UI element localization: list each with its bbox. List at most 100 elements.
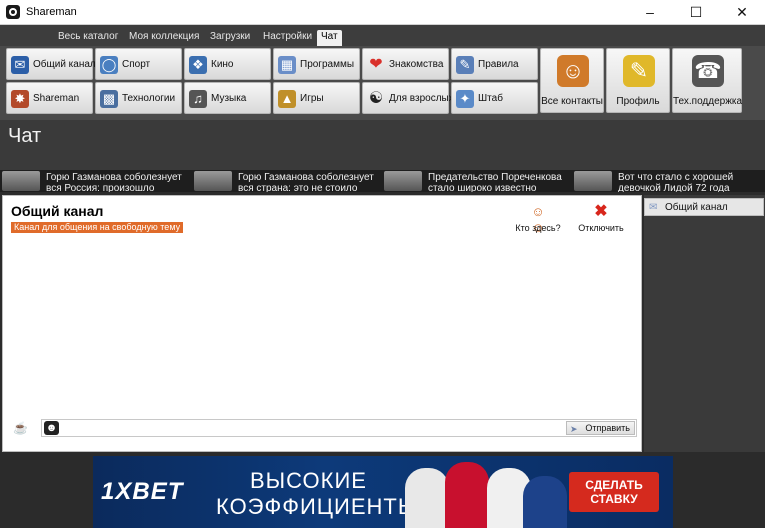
news-text: Горю Газманова соболезнует вся Россия: п… — [46, 172, 182, 192]
news-text: Горю Газманова соболезнует вся страна: э… — [238, 172, 374, 192]
cup-icon[interactable]: ☕ — [13, 422, 29, 434]
news-thumbnail — [2, 171, 40, 191]
news-item[interactable]: Горю Газманова соболезнует вся Россия: п… — [0, 170, 190, 192]
app-icon — [6, 5, 20, 19]
title-bar: Shareman – ☐ ✕ — [0, 0, 765, 25]
tile-sport[interactable]: ◯ Спорт — [95, 48, 182, 80]
disconnect-label: Отключить — [578, 223, 624, 233]
page-title: Чат — [8, 125, 42, 147]
banner-players-image — [405, 456, 567, 528]
users-icon: ☺☺ — [531, 204, 545, 235]
tile-label: Штаб — [478, 93, 503, 104]
tile-label: Технологии — [122, 93, 176, 104]
bet-button[interactable]: СДЕЛАТЬ СТАВКУ — [569, 472, 659, 512]
tile-label: Знакомства — [389, 59, 444, 70]
profile-icon: ✎ — [623, 55, 655, 87]
channel-icon: ✉ — [11, 56, 29, 74]
news-thumbnail — [194, 171, 232, 191]
who-label: Кто здесь? — [515, 223, 561, 233]
send-icon: ➤ — [570, 424, 578, 434]
yin-yang-icon: ☯ — [368, 90, 384, 107]
close-button[interactable]: ✕ — [719, 0, 765, 25]
send-button[interactable]: ➤ Отправить — [566, 421, 635, 435]
ad-banner[interactable]: 1XBET ВЫСОКИЕ КОЭФФИЦИЕНТЫ СДЕЛАТЬ СТАВК… — [93, 456, 673, 528]
tech-icon: ▩ — [100, 90, 118, 108]
tile-label: Спорт — [122, 59, 151, 70]
news-thumbnail — [574, 171, 612, 191]
tile-cinema[interactable]: ❖ Кино — [184, 48, 271, 80]
smiley-icon[interactable]: ☻ — [44, 421, 59, 435]
minimize-button[interactable]: – — [627, 0, 673, 25]
category-tiles: ✉ Общий канал ◯ Спорт ❖ Кино ▦ Программы… — [6, 48, 746, 118]
cta-line-2: СТАВКУ — [590, 492, 638, 506]
tile-hq[interactable]: ✦ Штаб — [451, 82, 538, 114]
tile-rules[interactable]: ✎ Правила — [451, 48, 538, 80]
channel-item-general[interactable]: ✉ Общий канал — [644, 198, 764, 216]
tile-label: Правила — [478, 59, 519, 70]
tab-chat[interactable]: Чат — [317, 30, 342, 46]
tile-all-contacts[interactable]: ☺ Все контакты — [540, 48, 604, 113]
headset-icon: ☎ — [692, 55, 724, 87]
tile-label: Общий канал — [33, 59, 96, 70]
heart-icon: ❤ — [369, 56, 383, 73]
who-is-here-button[interactable]: ☺☺ Кто здесь? — [510, 204, 566, 235]
tile-music[interactable]: ♫ Музыка — [184, 82, 271, 114]
tile-general-channel[interactable]: ✉ Общий канал — [6, 48, 96, 80]
tile-label: Все контакты — [541, 96, 603, 107]
channel-icon: ✉ — [649, 202, 658, 213]
tile-label: Игры — [300, 93, 324, 104]
tile-label: Тех.поддержка — [673, 96, 743, 107]
tab-catalog[interactable]: Весь каталог — [54, 30, 122, 46]
menu-area: Весь каталог Моя коллекция Загрузки Наст… — [0, 25, 765, 120]
tab-downloads[interactable]: Загрузки — [206, 30, 254, 46]
news-item[interactable]: Горю Газманова соболезнует вся страна: э… — [192, 170, 382, 192]
news-strip: Горю Газманова соболезнует вся Россия: п… — [0, 170, 765, 192]
news-item[interactable]: Предательство Пореченкова стало широко и… — [382, 170, 572, 192]
chat-subtitle: Канал для общения на свободную тему — [11, 222, 184, 233]
tile-shareman[interactable]: ✸ Shareman — [6, 82, 93, 114]
tab-settings[interactable]: Настройки — [259, 30, 316, 46]
close-x-icon: ✖ — [594, 203, 608, 220]
send-label: Отправить — [585, 423, 630, 433]
banner-headline-1: ВЫСОКИЕ — [250, 468, 367, 493]
news-text: Вот что стало с хорошей девочкой Лидой 7… — [618, 172, 734, 192]
programs-icon: ▦ — [278, 56, 296, 74]
disconnect-button[interactable]: ✖ Отключить — [573, 203, 629, 234]
window-title: Shareman — [26, 6, 77, 18]
tile-support[interactable]: ☎ Тех.поддержка — [672, 48, 742, 113]
tile-label: Кино — [211, 59, 234, 70]
tab-collection[interactable]: Моя коллекция — [125, 30, 203, 46]
tile-programs[interactable]: ▦ Программы — [273, 48, 360, 80]
tile-label: Музыка — [211, 93, 247, 104]
contacts-icon: ☺ — [557, 55, 589, 87]
tile-profile[interactable]: ✎ Профиль — [606, 48, 670, 113]
channel-list: ✉ Общий канал — [644, 195, 765, 452]
cta-line-1: СДЕЛАТЬ — [585, 478, 643, 492]
tile-adults[interactable]: ☯ Для взрослых — [362, 82, 454, 114]
news-item[interactable]: Вот что стало с хорошей девочкой Лидой 7… — [572, 170, 762, 192]
tile-label: Программы — [300, 59, 355, 70]
tile-label: Для взрослых — [389, 93, 454, 104]
tile-technology[interactable]: ▩ Технологии — [95, 82, 182, 114]
tile-dating[interactable]: ❤ Знакомства — [362, 48, 449, 80]
film-icon: ❖ — [189, 56, 207, 74]
tile-label: Shareman — [33, 93, 80, 104]
games-icon: ▲ — [278, 90, 296, 108]
tile-games[interactable]: ▲ Игры — [273, 82, 360, 114]
banner-brand: 1XBET — [101, 478, 184, 505]
hq-icon: ✦ — [456, 90, 474, 108]
rules-icon: ✎ — [456, 56, 474, 74]
music-icon: ♫ — [189, 90, 207, 108]
news-text: Предательство Пореченкова стало широко и… — [428, 172, 562, 192]
message-input[interactable] — [62, 421, 562, 435]
section-header: Чат — [0, 120, 765, 170]
news-thumbnail — [384, 171, 422, 191]
tile-label: Профиль — [616, 96, 660, 107]
chat-panel: Общий канал Канал для общения на свободн… — [2, 195, 642, 452]
shareman-icon: ✸ — [11, 90, 29, 108]
main-tabs: Весь каталог Моя коллекция Загрузки Наст… — [0, 25, 765, 46]
message-bar: ☻ ➤ Отправить — [41, 419, 637, 437]
channel-label: Общий канал — [665, 202, 728, 213]
maximize-button[interactable]: ☐ — [673, 0, 719, 25]
chat-title: Общий канал — [11, 203, 104, 219]
